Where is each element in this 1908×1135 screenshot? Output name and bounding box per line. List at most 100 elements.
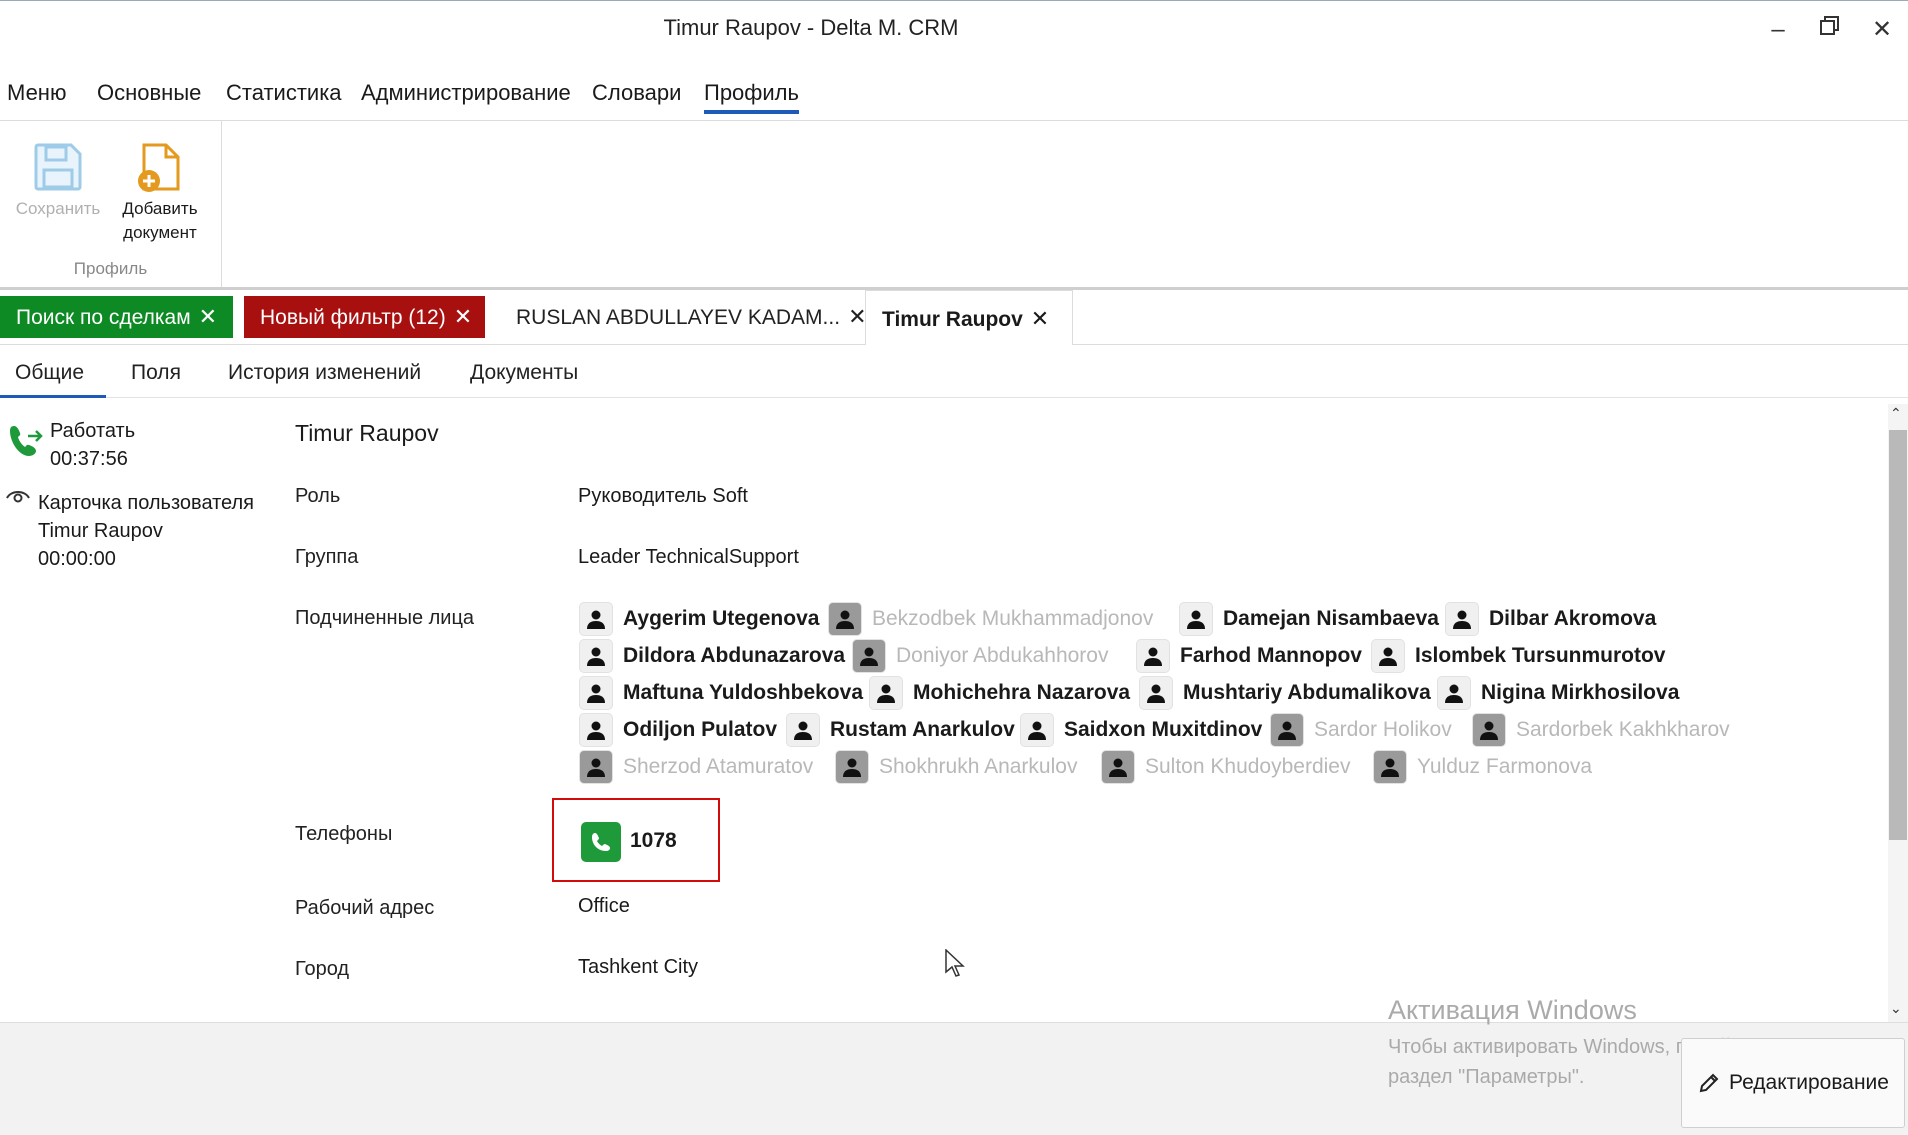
tab-history[interactable]: История изменений [228, 361, 421, 385]
menu-item-statistics[interactable]: Статистика [226, 80, 342, 106]
phones-label: Телефоны [295, 823, 393, 845]
subordinate-name: Maftuna Yuldoshbekova [623, 681, 863, 704]
subordinate-item[interactable]: Dildora Abdunazarova [580, 640, 845, 672]
tab-new-filter[interactable]: Новый фильтр (12) ✕ [244, 296, 485, 338]
subordinate-item[interactable]: Maftuna Yuldoshbekova [580, 677, 863, 709]
phone-icon[interactable] [581, 822, 621, 862]
user-avatar-icon [1102, 751, 1134, 783]
menu-item-dictionaries[interactable]: Словари [592, 80, 681, 106]
user-card-name: Timur Raupov [38, 520, 163, 542]
subordinate-name: Odiljon Pulatov [623, 718, 778, 741]
user-avatar-icon [870, 677, 902, 709]
user-avatar-icon [836, 751, 868, 783]
subordinate-item[interactable]: Islombek Tursunmurotov [1372, 640, 1665, 672]
tab-close-icon[interactable]: ✕ [199, 304, 217, 329]
subordinate-item[interactable]: Odiljon Pulatov [580, 714, 777, 746]
minimize-icon[interactable]: – [1758, 15, 1798, 45]
subordinate-item[interactable]: Sulton Khudoyberdiev [1102, 751, 1350, 783]
subordinate-item[interactable]: Shokhrukh Anarkulov [836, 751, 1077, 783]
menu-bar: Меню Основные Статистика Администрирован… [0, 70, 1908, 121]
subordinate-item[interactable]: Sherzod Atamuratov [580, 751, 813, 783]
user-card-time: 00:00:00 [38, 548, 116, 570]
subordinate-name: Doniyor Abdukahhorov [896, 644, 1109, 667]
subordinate-name: Farhod Mannopov [1180, 644, 1362, 667]
subordinate-item[interactable]: Mohichehra Nazarova [870, 677, 1130, 709]
scrollbar-thumb[interactable] [1889, 430, 1907, 840]
subordinate-item[interactable]: Farhod Mannopov [1137, 640, 1362, 672]
restore-icon[interactable] [1810, 15, 1850, 45]
menu-item-menu[interactable]: Меню [7, 80, 66, 106]
tab-close-icon[interactable]: ✕ [454, 304, 472, 329]
tab-label: RUSLAN ABDULLAYEV KADAM... [516, 306, 841, 329]
subordinate-item[interactable]: Saidxon Muxitdinov [1021, 714, 1262, 746]
subordinate-name: Damejan Nisambaeva [1223, 607, 1439, 630]
save-label: Сохранить [15, 199, 101, 218]
subordinate-name: Dildora Abdunazarova [623, 644, 846, 667]
work-status: Работать 00:37:56 [50, 417, 135, 473]
tab-close-icon[interactable]: ✕ [848, 304, 866, 329]
subordinate-item[interactable]: Damejan Nisambaeva [1180, 603, 1439, 635]
section-tabs: Общие Поля История изменений Документы [0, 345, 1908, 398]
scroll-down-icon[interactable]: ⌄ [1890, 1000, 1902, 1017]
work-address-label: Рабочий адрес [295, 897, 435, 919]
user-avatar-icon [1137, 640, 1169, 672]
save-button[interactable]: Сохранить [8, 141, 108, 221]
user-avatar-icon [1180, 603, 1212, 635]
tab-documents[interactable]: Документы [470, 361, 578, 385]
subordinate-item[interactable]: Nigina Mirkhosilova [1438, 677, 1679, 709]
subordinate-item[interactable]: Bekzodbek Mukhammadjonov [829, 603, 1153, 635]
add-document-button[interactable]: Добавить документ [110, 141, 210, 245]
pencil-icon [1697, 1071, 1721, 1095]
add-document-label-2: документ [123, 223, 197, 242]
city-label: Город [295, 958, 350, 980]
tab-deal-search[interactable]: Поиск по сделкам ✕ [0, 296, 233, 338]
role-label: Роль [295, 485, 341, 507]
role-value: Руководитель Soft [578, 485, 748, 507]
work-address-value: Office [578, 895, 630, 917]
group-value: Leader TechnicalSupport [578, 546, 799, 568]
ribbon: Сохранить Добавить документ Профиль [0, 121, 1908, 290]
menu-item-administration[interactable]: Администрирование [361, 80, 571, 106]
tab-ruslan-abdullayev[interactable]: RUSLAN ABDULLAYEV KADAM... ✕ [500, 296, 867, 338]
subordinate-item[interactable]: Dilbar Akromova [1446, 603, 1656, 635]
tab-close-icon[interactable]: ✕ [1031, 306, 1049, 331]
save-icon [32, 141, 84, 193]
scroll-up-icon[interactable]: ⌃ [1890, 405, 1902, 422]
subordinate-item[interactable]: Sardorbek Kakhkharov [1473, 714, 1730, 746]
phone-number[interactable]: 1078 [630, 829, 677, 853]
tab-label: Timur Raupov [882, 308, 1023, 331]
edit-button[interactable]: Редактирование [1681, 1038, 1905, 1128]
ribbon-group-label: Профиль [73, 259, 148, 278]
subordinate-item[interactable]: Sardor Holikov [1271, 714, 1452, 746]
user-avatar-icon [829, 603, 861, 635]
tab-general[interactable]: Общие [0, 361, 107, 398]
subordinate-name: Mohichehra Nazarova [913, 681, 1131, 704]
subordinate-item[interactable]: Rustam Anarkulov [787, 714, 1015, 746]
user-avatar-icon [580, 751, 612, 783]
work-status-icon [8, 422, 44, 467]
subordinate-name: Sardor Holikov [1314, 718, 1452, 741]
subordinate-item[interactable]: Doniyor Abdukahhorov [853, 640, 1108, 672]
close-icon[interactable]: ✕ [1862, 15, 1902, 45]
user-avatar-icon [1446, 603, 1478, 635]
tab-fields[interactable]: Поля [131, 361, 181, 385]
user-avatar-icon [580, 640, 612, 672]
user-avatar-icon [580, 677, 612, 709]
menu-item-main[interactable]: Основные [97, 80, 201, 106]
city-value: Tashkent City [578, 956, 699, 978]
menu-item-profile[interactable]: Профиль [704, 80, 799, 114]
subordinates-label: Подчиненные лица [295, 607, 475, 629]
user-avatar-icon [1372, 640, 1404, 672]
subordinate-name: Islombek Tursunmurotov [1415, 644, 1666, 667]
tab-timur-raupov[interactable]: Timur Raupov ✕ [865, 290, 1073, 345]
profile-name: Timur Raupov [295, 420, 439, 446]
ribbon-group-profile: Сохранить Добавить документ Профиль [0, 121, 222, 287]
subordinate-item[interactable]: Mushtariy Abdumalikova [1140, 677, 1431, 709]
subordinate-name: Rustam Anarkulov [830, 718, 1015, 741]
user-avatar-icon [1438, 677, 1470, 709]
eye-icon [6, 487, 30, 510]
subordinate-item[interactable]: Yulduz Farmonova [1374, 751, 1592, 783]
user-avatar-icon [787, 714, 819, 746]
subordinate-item[interactable]: Aygerim Utegenova [580, 603, 819, 635]
work-status-label: Работать [50, 420, 136, 442]
